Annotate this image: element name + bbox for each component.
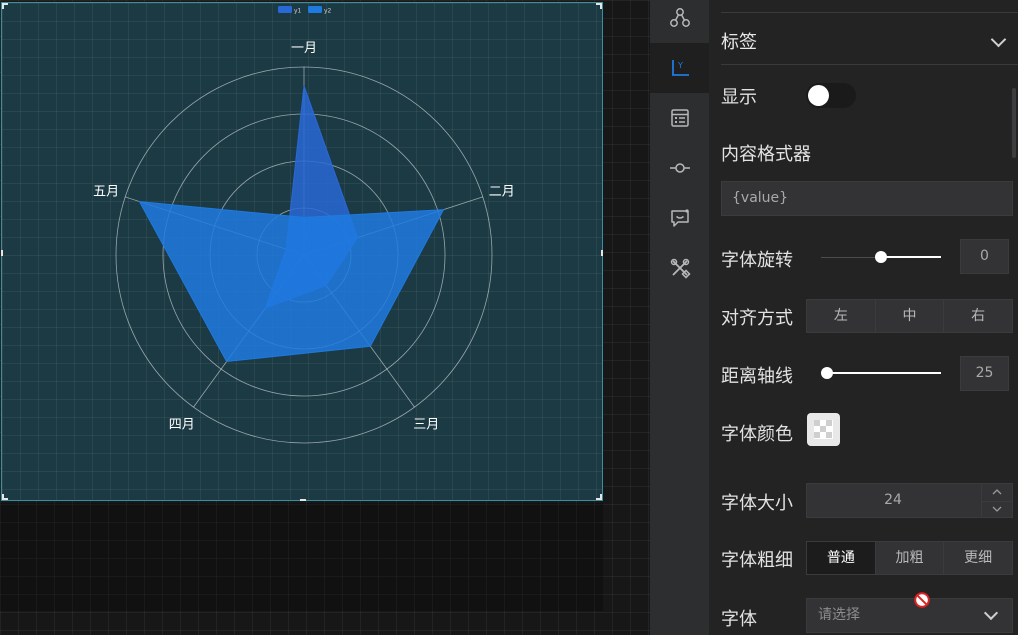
resize-handle-bottom-left[interactable] (2, 494, 8, 500)
tab-series[interactable] (650, 0, 709, 43)
font-size-value: 24 (884, 492, 902, 508)
tab-legend[interactable] (650, 93, 709, 143)
radar-indicator-label: 二月 (489, 185, 515, 200)
increment-button[interactable] (982, 484, 1012, 500)
chevron-down-icon (992, 506, 1002, 512)
canvas-shade (0, 503, 603, 611)
font-family-select[interactable]: 请选择 (806, 598, 1013, 633)
list-icon (670, 109, 689, 127)
distance-slider-track (827, 372, 941, 374)
section-title: 标签 (721, 32, 757, 53)
tab-axis[interactable]: Y (650, 43, 709, 93)
formatter-label: 内容格式器 (721, 144, 811, 165)
property-panel: 标签 显示 内容格式器 {value} 字体旋转 0 对齐方式 左中右 距离轴线… (709, 0, 1018, 635)
color-label: 字体颜色 (721, 424, 793, 445)
rotate-value-input[interactable]: 0 (960, 239, 1009, 274)
align-option[interactable]: 中 (874, 300, 944, 332)
resize-handle-top-right[interactable] (596, 3, 602, 9)
chevron-down-icon[interactable] (990, 31, 1007, 48)
tab-tooltip[interactable] (650, 193, 709, 243)
radar-indicator-label: 四月 (169, 417, 195, 432)
weight-label: 字体粗细 (721, 550, 793, 571)
tab-tools[interactable] (650, 243, 709, 293)
distance-label: 距离轴线 (721, 366, 793, 387)
app-root: 一月 二月 三月 四月 五月 y1 y2 Y 标签 显示 内容格式器 {valu… (0, 0, 1018, 635)
label-section-header[interactable]: 标签 (721, 20, 1018, 65)
decrement-button[interactable] (982, 501, 1012, 518)
nodes-icon (669, 8, 690, 27)
font-size-stepper[interactable]: 24 (806, 483, 1013, 518)
resize-handle-right[interactable] (601, 250, 603, 256)
radar-indicator-label: 一月 (291, 41, 317, 56)
align-option[interactable]: 左 (807, 300, 875, 332)
legend-swatch (278, 6, 292, 13)
resize-handle-top-left[interactable] (2, 3, 8, 9)
message-icon (670, 209, 689, 227)
radar-indicator-label: 五月 (93, 185, 119, 200)
weight-segmented-control: 普通 加粗 更细 (806, 541, 1013, 575)
stepper-buttons (981, 484, 1012, 517)
legend-label: y1 (294, 8, 302, 15)
rotate-label: 字体旋转 (721, 250, 793, 271)
legend-label: y2 (324, 8, 332, 15)
axis-icon: Y (671, 60, 689, 76)
radar-series-y2 (138, 201, 445, 363)
chevron-down-icon (983, 605, 999, 621)
resize-handle-left[interactable] (1, 250, 3, 256)
select-placeholder: 请选择 (818, 607, 860, 623)
distance-value-input[interactable]: 25 (960, 356, 1009, 391)
tools-icon (670, 258, 691, 279)
tab-connector[interactable] (650, 143, 709, 193)
panel-scrollbar[interactable] (1012, 88, 1016, 158)
chevron-up-icon (992, 489, 1002, 495)
resize-handle-bottom-right[interactable] (596, 494, 602, 500)
align-label: 对齐方式 (721, 308, 793, 329)
weight-option[interactable]: 更细 (943, 542, 1013, 574)
formatter-input[interactable]: {value} (721, 181, 1013, 216)
font-color-picker[interactable] (807, 413, 840, 446)
weight-option[interactable]: 普通 (807, 542, 875, 574)
align-option[interactable]: 右 (943, 300, 1013, 332)
size-label: 字体大小 (721, 493, 793, 514)
toggle-knob (808, 85, 829, 106)
radar-chart-widget[interactable]: 一月二月三月 四月 五月 y1 y2 (1, 2, 603, 501)
divider (721, 12, 1018, 13)
property-tab-strip: Y (650, 0, 709, 635)
align-segmented-control: 左中右 (806, 299, 1013, 333)
show-toggle[interactable] (806, 83, 856, 108)
legend-swatch (308, 6, 322, 13)
rotate-slider-handle[interactable] (875, 251, 887, 263)
distance-slider-handle[interactable] (821, 367, 833, 379)
rotate-slider-track (881, 256, 941, 258)
editor-canvas[interactable]: 一月二月三月 四月 五月 y1 y2 (0, 0, 650, 635)
connector-icon (669, 163, 690, 173)
font-label: 字体 (721, 609, 757, 630)
transparent-checker-icon (814, 420, 833, 439)
not-allowed-cursor-icon (914, 592, 930, 608)
radar-indicator-label: 三月 (413, 417, 439, 432)
weight-option[interactable]: 加粗 (874, 542, 944, 574)
show-label: 显示 (721, 87, 757, 108)
svg-text:Y: Y (677, 61, 683, 70)
resize-handle-bottom[interactable] (300, 499, 306, 501)
radar-chart: 一月二月三月 四月 五月 y1 y2 (93, 6, 515, 444)
